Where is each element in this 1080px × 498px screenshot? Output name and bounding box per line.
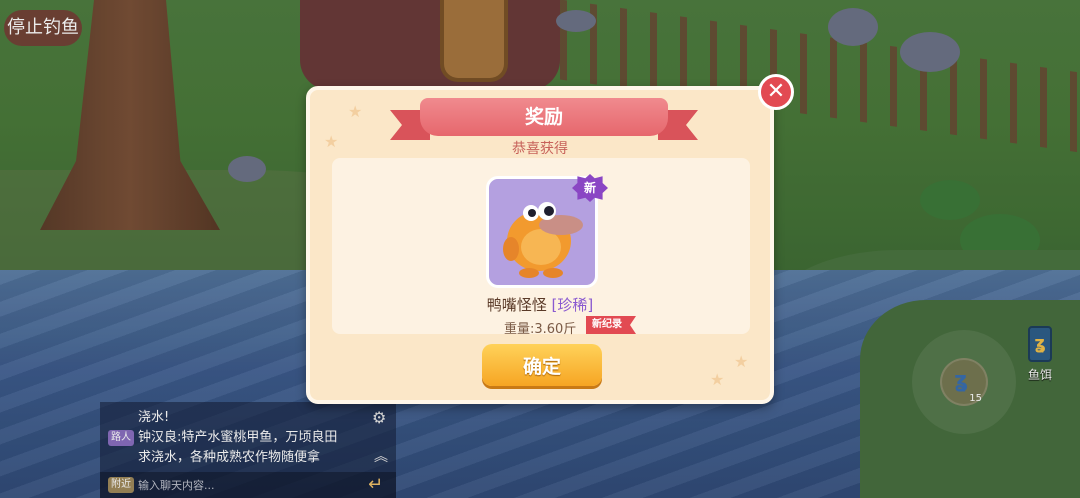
dialog-title: 奖励: [420, 98, 668, 136]
star-decoration-icon: ★: [348, 102, 363, 121]
confirm-button[interactable]: 确定: [482, 344, 602, 386]
star-decoration-icon: ★: [710, 370, 725, 389]
dialog-subtitle: 恭喜获得: [512, 141, 568, 157]
reward-dialog: ★ ★ ★ ★ 奖励 恭喜获得 ✕ 新 鸭嘴怪怪 [珍稀] 重量:3.60斤 新…: [306, 74, 794, 404]
new-record-badge: 新纪录: [586, 316, 636, 334]
item-weight: 重量:3.60斤: [504, 322, 577, 337]
item-rarity: [珍稀]: [551, 296, 594, 314]
close-button[interactable]: ✕: [758, 74, 794, 110]
star-decoration-icon: ★: [734, 352, 749, 371]
item-name: 鸭嘴怪怪: [486, 296, 547, 314]
item-name-line: 鸭嘴怪怪 [珍稀]: [310, 294, 770, 315]
title-ribbon: 奖励: [390, 98, 698, 140]
new-badge: 新: [572, 174, 608, 202]
